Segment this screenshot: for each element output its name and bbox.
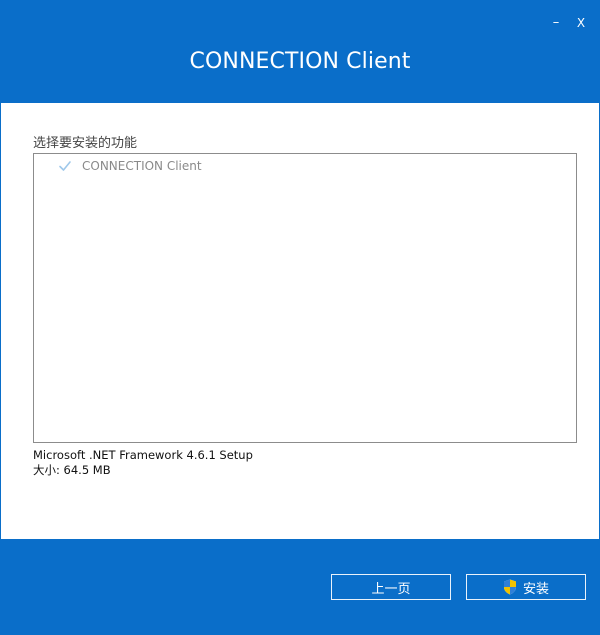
app-title: CONNECTION Client xyxy=(189,49,411,74)
back-button-label: 上一页 xyxy=(371,581,411,597)
checkmark-icon[interactable] xyxy=(58,159,72,173)
header-banner: – X CONNECTION Client xyxy=(1,1,599,103)
footer-bar: 上一页 安装 xyxy=(1,539,599,634)
setup-name: Microsoft .NET Framework 4.6.1 Setup xyxy=(33,448,253,462)
close-button[interactable]: X xyxy=(570,13,592,33)
install-button-label: 安装 xyxy=(522,581,549,597)
feature-list[interactable]: CONNECTION Client xyxy=(33,153,577,443)
back-button[interactable]: 上一页 xyxy=(331,574,451,600)
minimize-button[interactable]: – xyxy=(545,13,567,33)
feature-label: CONNECTION Client xyxy=(82,159,202,173)
size-text: 大小: 64.5 MB xyxy=(33,463,111,477)
feature-section-label: 选择要安装的功能 xyxy=(33,136,138,151)
uac-shield-icon xyxy=(503,579,516,595)
feature-item[interactable]: CONNECTION Client xyxy=(58,157,202,175)
install-button[interactable]: 安装 xyxy=(466,574,586,600)
installer-window: – X CONNECTION Client 选择要安装的功能 CONNECTIO… xyxy=(0,0,600,635)
